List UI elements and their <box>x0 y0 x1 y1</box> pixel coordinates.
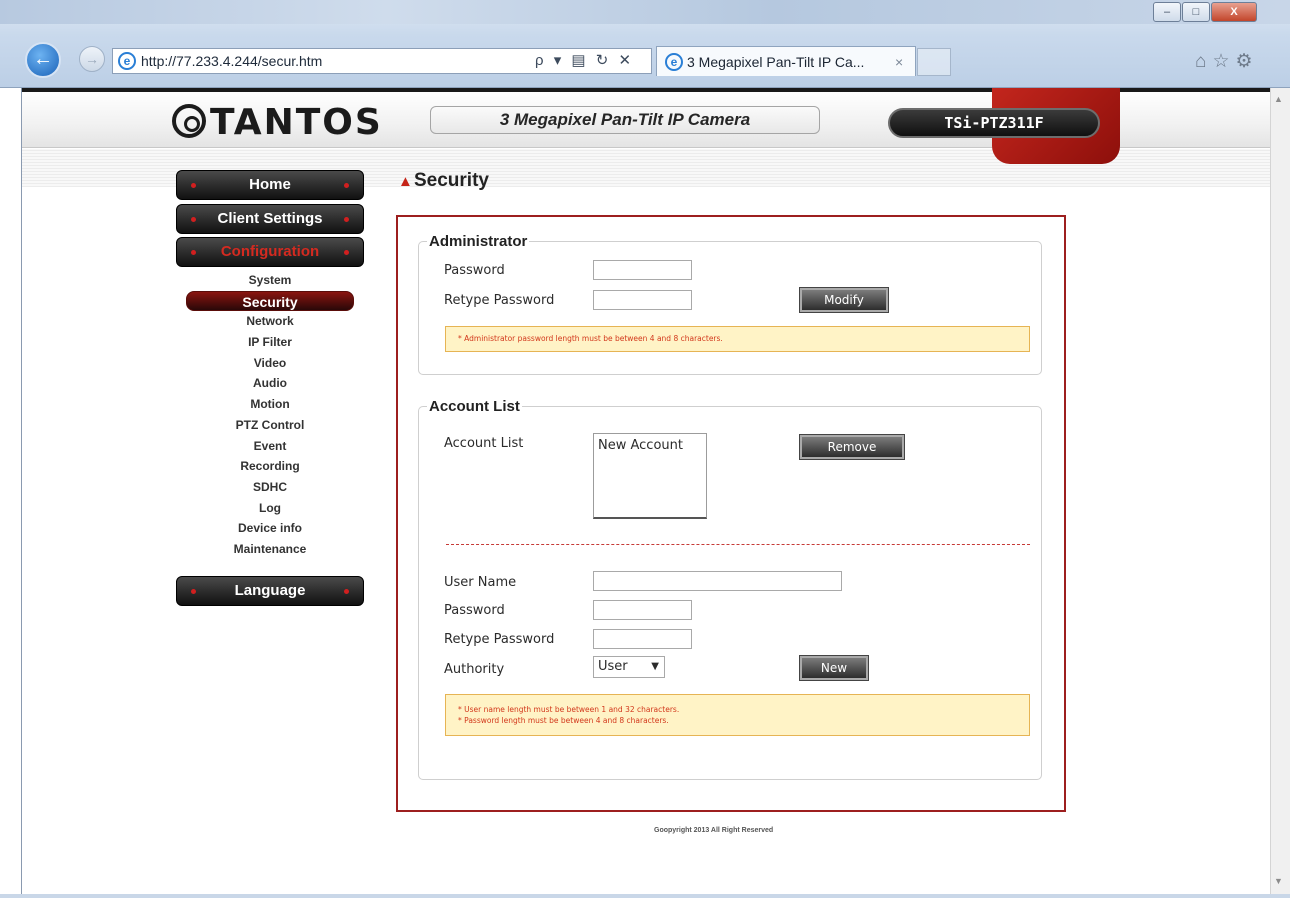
page-title-text: Security <box>414 170 489 191</box>
administrator-legend: Administrator <box>429 233 528 250</box>
nav-language-button[interactable]: Language <box>176 576 364 606</box>
username-input[interactable] <box>593 571 842 591</box>
browser-chrome: – □ X ← → e http://77.233.4.244/secur.ht… <box>0 0 1290 88</box>
nav-configuration-button[interactable]: Configuration <box>176 237 364 267</box>
scroll-up-icon[interactable]: ▲ <box>1274 94 1283 104</box>
scroll-down-icon[interactable]: ▼ <box>1274 876 1283 886</box>
admin-retype-label: Retype Password <box>444 293 555 308</box>
back-button[interactable]: ← <box>25 42 61 78</box>
forward-button[interactable]: → <box>79 46 105 72</box>
page-viewport: TANTOS 3 Megapixel Pan-Tilt IP Camera TS… <box>21 88 1270 894</box>
sidebar-item-ptz-control[interactable]: PTZ Control <box>176 415 364 436</box>
account-list-label: Account List <box>444 436 524 451</box>
new-account-button[interactable]: New <box>799 655 869 681</box>
sidebar-item-log[interactable]: Log <box>176 498 364 519</box>
nav-home-button[interactable]: Home <box>176 170 364 200</box>
vertical-scrollbar[interactable] <box>1270 88 1290 894</box>
account-list-item[interactable]: New Account <box>598 438 702 453</box>
authority-label: Authority <box>444 662 505 677</box>
section-divider <box>446 544 1030 545</box>
ie-icon: e <box>118 52 136 70</box>
product-name: 3 Megapixel Pan-Tilt IP Camera <box>430 106 820 134</box>
logo-text: TANTOS <box>210 102 383 143</box>
sidebar-item-audio[interactable]: Audio <box>176 373 364 394</box>
configuration-submenu: System Security Network IP Filter Video … <box>176 270 364 560</box>
forward-arrow-icon: → <box>85 51 99 67</box>
sidebar-item-maintenance[interactable]: Maintenance <box>176 539 364 560</box>
close-window-button[interactable]: X <box>1211 2 1257 22</box>
sidebar-item-network[interactable]: Network <box>176 311 364 332</box>
maximize-button[interactable]: □ <box>1182 2 1210 22</box>
new-tab-button[interactable] <box>917 48 951 76</box>
copyright-footer: Goopyright 2013 All Right Reserved <box>654 827 774 834</box>
tab-close-icon[interactable]: × <box>895 47 903 77</box>
tantos-logo: TANTOS <box>172 102 383 143</box>
window-title-bar <box>0 0 1290 24</box>
authority-select[interactable]: User ▼ <box>593 656 665 678</box>
account-list-legend: Account List <box>429 398 520 415</box>
address-tools[interactable]: ρ ▾ ▤ ↻ ✕ <box>535 48 634 74</box>
sidebar-item-sdhc[interactable]: SDHC <box>176 477 364 498</box>
authority-value: User <box>598 659 628 674</box>
tab-security-page[interactable]: e 3 Megapixel Pan-Tilt IP Ca... × <box>656 46 916 76</box>
minimize-button[interactable]: – <box>1153 2 1181 22</box>
logo-icon <box>172 104 206 138</box>
account-list-box[interactable]: New Account <box>593 433 707 519</box>
address-text[interactable]: http://77.233.4.244/secur.htm <box>141 49 322 73</box>
sidebar-item-recording[interactable]: Recording <box>176 456 364 477</box>
user-retype-label: Retype Password <box>444 632 555 647</box>
username-label: User Name <box>444 575 517 590</box>
remove-button[interactable]: Remove <box>799 434 905 460</box>
sidebar-item-video[interactable]: Video <box>176 353 364 374</box>
user-retype-input[interactable] <box>593 629 692 649</box>
password-length-note: * Password length must be between 4 and … <box>458 716 669 725</box>
admin-password-label: Password <box>444 263 505 278</box>
sidebar-item-ip-filter[interactable]: IP Filter <box>176 332 364 353</box>
sidebar-item-security[interactable]: Security <box>186 290 354 312</box>
sidebar-item-device-info[interactable]: Device info <box>176 518 364 539</box>
user-account-note: * User name length must be between 1 and… <box>445 694 1030 736</box>
modify-button[interactable]: Modify <box>799 287 889 313</box>
ie-icon: e <box>665 53 683 71</box>
security-icon: ▲ <box>398 173 413 190</box>
dropdown-arrow-icon: ▼ <box>651 661 659 672</box>
back-arrow-icon: ← <box>33 48 53 70</box>
model-name: TSi-PTZ311F <box>888 108 1100 138</box>
tab-title: 3 Megapixel Pan-Tilt IP Ca... <box>687 54 865 70</box>
user-password-label: Password <box>444 603 505 618</box>
admin-password-note: * Administrator password length must be … <box>445 326 1030 352</box>
nav-client-settings-button[interactable]: Client Settings <box>176 204 364 234</box>
sidebar-item-event[interactable]: Event <box>176 436 364 457</box>
admin-retype-input[interactable] <box>593 290 692 310</box>
sidebar-item-motion[interactable]: Motion <box>176 394 364 415</box>
sidebar-item-system[interactable]: System <box>176 270 364 291</box>
window-bottom-border <box>0 894 1290 898</box>
user-password-input[interactable] <box>593 600 692 620</box>
admin-password-input[interactable] <box>593 260 692 280</box>
page-title: ▲Security <box>398 170 489 192</box>
toolbar-icons[interactable]: ⌂☆⚙ <box>1195 50 1259 73</box>
username-length-note: * User name length must be between 1 and… <box>458 705 680 714</box>
